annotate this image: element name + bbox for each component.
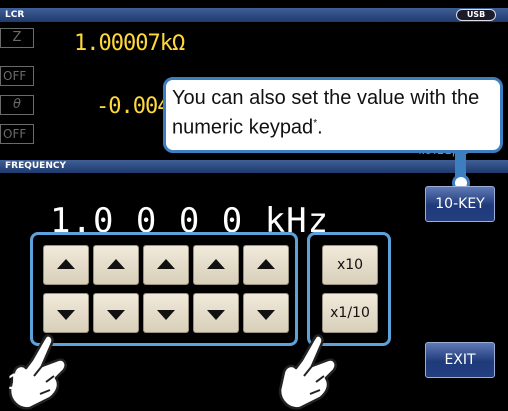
lcr-title: LCR — [5, 10, 25, 20]
triangle-down-icon — [57, 310, 75, 320]
triangle-up-icon — [207, 259, 225, 269]
triangle-down-icon — [157, 310, 175, 320]
z-value: 1.00007kΩ — [74, 31, 185, 56]
theta-value: -0.004 — [96, 94, 170, 119]
triangle-up-icon — [257, 259, 275, 269]
param-theta-box[interactable]: θ — [0, 95, 34, 115]
digit3-down-button[interactable] — [143, 293, 189, 333]
param-off-1[interactable]: OFF — [0, 66, 34, 86]
triangle-down-icon — [207, 310, 225, 320]
param-off-2[interactable]: OFF — [0, 124, 34, 144]
triangle-down-icon — [107, 310, 125, 320]
digit2-up-button[interactable] — [93, 245, 139, 285]
triangle-up-icon — [157, 259, 175, 269]
step-1-marker: 1 — [8, 369, 21, 394]
digit1-down-button[interactable] — [43, 293, 89, 333]
usb-badge: USB — [456, 9, 496, 21]
callout-text: You can also set the value with the nume… — [172, 87, 480, 139]
digit-arrow-group — [30, 232, 298, 346]
frequency-title: FREQUENCY — [5, 161, 66, 171]
digit4-up-button[interactable] — [193, 245, 239, 285]
triangle-up-icon — [57, 259, 75, 269]
multiplier-group: x10 x1/10 — [307, 232, 391, 346]
step-2-marker: 2 — [290, 369, 303, 394]
ten-key-button[interactable]: 10-KEY — [425, 186, 495, 222]
exit-button[interactable]: EXIT — [425, 342, 495, 378]
digit2-down-button[interactable] — [93, 293, 139, 333]
triangle-up-icon — [107, 259, 125, 269]
digit1-up-button[interactable] — [43, 245, 89, 285]
x10-button[interactable]: x10 — [322, 245, 378, 285]
digit4-down-button[interactable] — [193, 293, 239, 333]
digit5-down-button[interactable] — [243, 293, 289, 333]
frequency-title-bar: FREQUENCY — [0, 160, 508, 173]
x1-10-button[interactable]: x1/10 — [322, 293, 378, 333]
pointing-hand-icon — [278, 334, 337, 410]
param-z-box[interactable]: Z — [0, 28, 34, 48]
numeric-keypad-callout: You can also set the value with the nume… — [163, 77, 503, 153]
triangle-down-icon — [257, 310, 275, 320]
digit5-up-button[interactable] — [243, 245, 289, 285]
lcr-title-bar: LCR USB — [0, 8, 508, 22]
digit3-up-button[interactable] — [143, 245, 189, 285]
